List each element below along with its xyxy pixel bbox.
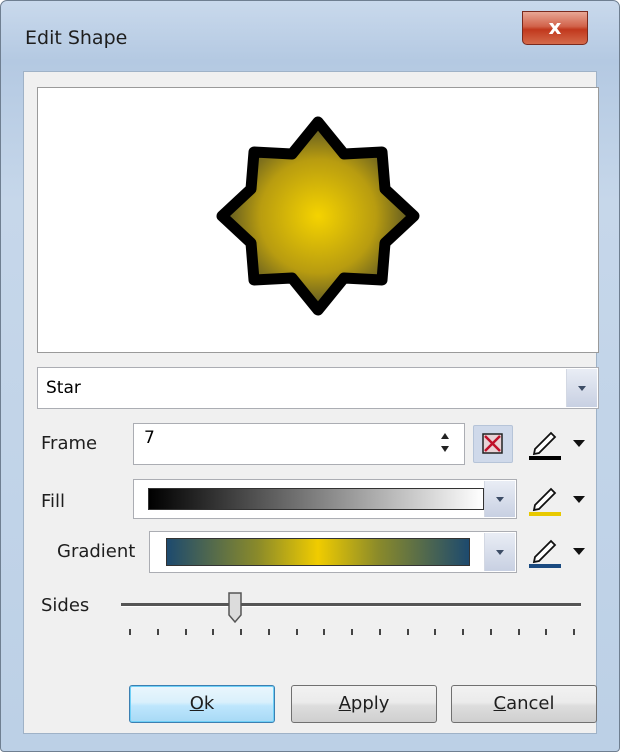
fill-gradient-swatch xyxy=(148,488,484,510)
slider-tick xyxy=(434,629,437,635)
gradient-label: Gradient xyxy=(57,541,136,562)
ok-button[interactable]: Ok xyxy=(129,685,275,723)
sides-slider-thumb[interactable] xyxy=(227,591,245,625)
spin-down-icon[interactable] xyxy=(441,446,449,452)
slider-tick xyxy=(184,629,187,635)
frame-color-picker[interactable] xyxy=(525,427,571,461)
pen-color-icon xyxy=(529,487,561,516)
slider-tick xyxy=(323,629,326,635)
shape-type-value: Star xyxy=(46,378,81,398)
dropdown-arrow[interactable] xyxy=(566,369,597,407)
cancel-button[interactable]: Cancel xyxy=(451,685,597,723)
dropdown-arrow[interactable] xyxy=(484,533,515,571)
slider-tick xyxy=(295,629,298,635)
frame-spinner[interactable] xyxy=(437,431,453,457)
shape-preview xyxy=(37,87,599,353)
slider-tick xyxy=(212,629,215,635)
edit-shape-dialog: Edit Shape x Star Frame 7 Fill Gradient … xyxy=(0,0,620,752)
fill-color-picker[interactable] xyxy=(525,483,571,517)
pen-color-icon xyxy=(529,539,561,568)
apply-button[interactable]: Apply xyxy=(291,685,437,723)
slider-tick xyxy=(406,629,409,635)
sides-slider-track[interactable] xyxy=(121,603,581,607)
close-button[interactable]: x xyxy=(522,11,588,45)
slider-tick xyxy=(129,629,131,635)
slider-tick xyxy=(517,629,520,635)
star-preview-image xyxy=(216,116,420,316)
slider-tick xyxy=(573,629,575,635)
slider-tick xyxy=(378,629,381,635)
slider-tick xyxy=(489,629,492,635)
frame-color-dropdown-icon[interactable] xyxy=(573,440,585,447)
fill-color-dropdown-icon[interactable] xyxy=(573,496,585,503)
slider-tick xyxy=(545,629,548,635)
frame-label: Frame xyxy=(41,433,98,454)
gradient-style-dropdown[interactable] xyxy=(149,531,517,573)
sides-label: Sides xyxy=(41,595,90,616)
spin-up-icon[interactable] xyxy=(441,433,449,439)
slider-tick xyxy=(462,629,464,635)
slider-tick xyxy=(240,629,242,635)
slider-tick xyxy=(156,629,159,635)
dialog-title: Edit Shape xyxy=(25,27,128,49)
close-icon: x xyxy=(548,15,562,39)
fill-gradient-dropdown[interactable] xyxy=(133,479,517,519)
shape-type-dropdown[interactable]: Star xyxy=(37,367,599,409)
no-color-icon xyxy=(482,433,503,454)
chevron-down-icon xyxy=(578,386,586,391)
frame-width-input[interactable]: 7 xyxy=(133,423,465,465)
chevron-down-icon xyxy=(496,497,504,502)
gradient-color-picker[interactable] xyxy=(525,535,571,569)
slider-tick xyxy=(267,629,270,635)
slider-tick xyxy=(351,629,353,635)
no-frame-color-button[interactable] xyxy=(473,425,513,463)
frame-width-value: 7 xyxy=(144,428,155,448)
pen-color-icon xyxy=(529,431,561,460)
fill-label: Fill xyxy=(41,491,66,512)
gradient-swatch xyxy=(166,538,470,566)
gradient-color-dropdown-icon[interactable] xyxy=(573,548,585,555)
chevron-down-icon xyxy=(496,550,504,555)
dropdown-arrow[interactable] xyxy=(484,481,515,517)
